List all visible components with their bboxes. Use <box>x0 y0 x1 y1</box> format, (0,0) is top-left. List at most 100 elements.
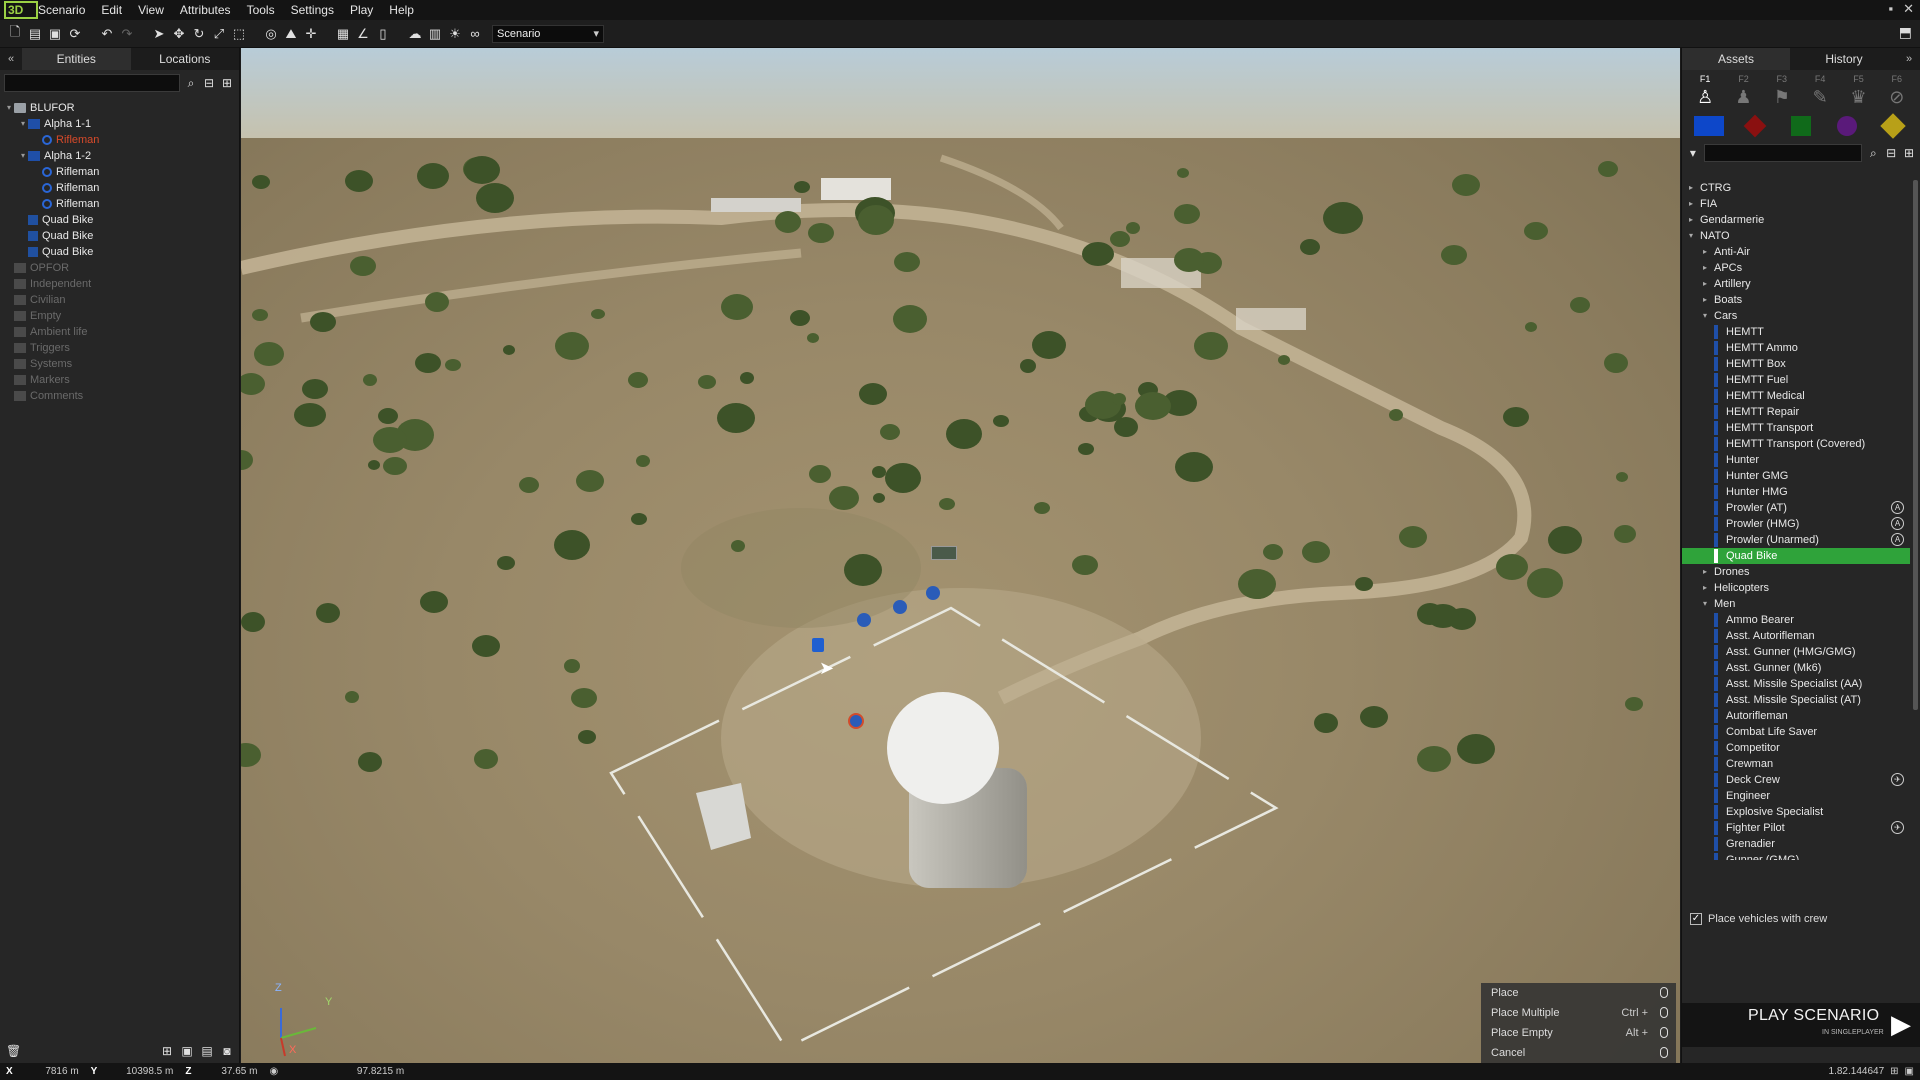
select-tool-icon[interactable]: ➤ <box>150 25 168 43</box>
expand-arrow-icon[interactable]: ▾ <box>1700 596 1710 612</box>
entity-tree-row[interactable]: Ambient life <box>0 324 239 340</box>
mode-modules[interactable]: F3 ⚑ <box>1767 74 1797 110</box>
collapse-right-icon[interactable]: » <box>1898 48 1920 70</box>
place-vehicles-checkbox[interactable]: ✓ <box>1690 913 1702 925</box>
expand-arrow-icon[interactable]: ▾ <box>1686 228 1696 244</box>
move-tool-icon[interactable]: ✥ <box>170 25 188 43</box>
asset-row[interactable]: ▾ Cars <box>1682 308 1910 324</box>
entity-tree-row[interactable]: Systems <box>0 356 239 372</box>
asset-row[interactable]: Asst. Gunner (HMG/GMG) <box>1682 644 1910 660</box>
entity-tree-row[interactable]: Quad Bike <box>0 228 239 244</box>
entity-tree-row[interactable]: Quad Bike <box>0 212 239 228</box>
assets-search-input[interactable] <box>1703 144 1863 162</box>
camera-icon[interactable]: ◙ <box>220 1044 234 1058</box>
object-marker[interactable] <box>931 546 957 560</box>
asset-row[interactable]: HEMTT Transport <box>1682 420 1910 436</box>
entity-tree-row[interactable]: OPFOR <box>0 260 239 276</box>
binoculars-icon[interactable]: ∞ <box>466 25 484 43</box>
asset-row[interactable]: Gunner (GMG) <box>1682 852 1910 860</box>
menu-tools[interactable]: Tools <box>245 3 289 17</box>
entity-tree-row[interactable]: ▾ Alpha 1-2 <box>0 148 239 164</box>
asset-row[interactable]: ▸ FIA <box>1682 196 1910 212</box>
entity-tree-row[interactable]: ▾ BLUFOR <box>0 100 239 116</box>
expand-arrow-icon[interactable]: ▸ <box>1686 196 1696 212</box>
expand-arrow-icon[interactable]: ▾ <box>4 100 14 116</box>
asset-row[interactable]: HEMTT Medical <box>1682 388 1910 404</box>
scale-tool-icon[interactable]: ⤢ <box>210 25 228 43</box>
preview-icon[interactable]: ⬒ <box>1899 24 1912 41</box>
side-independent[interactable] <box>1784 114 1818 138</box>
asset-row[interactable]: Asst. Missile Specialist (AT) <box>1682 692 1910 708</box>
tab-entities[interactable]: Entities <box>22 48 131 70</box>
asset-row[interactable]: Prowler (HMG) A <box>1682 516 1910 532</box>
add-layer-icon[interactable]: ▣ <box>180 1044 194 1058</box>
sun-icon[interactable]: ☀ <box>446 25 464 43</box>
asset-row[interactable]: ▸ Artillery <box>1682 276 1910 292</box>
grid-icon[interactable]: ▦ <box>334 25 352 43</box>
globe-icon[interactable]: ◎ <box>262 25 280 43</box>
asset-row[interactable]: Asst. Gunner (Mk6) <box>1682 660 1910 676</box>
expand-arrow-icon[interactable]: ▾ <box>18 148 28 164</box>
waypoint-marker[interactable] <box>848 713 864 729</box>
asset-row[interactable]: Explosive Specialist <box>1682 804 1910 820</box>
asset-row[interactable]: Hunter HMG <box>1682 484 1910 500</box>
asset-row[interactable]: ▸ Drones <box>1682 564 1910 580</box>
rotate-tool-icon[interactable]: ↻ <box>190 25 208 43</box>
unit-marker[interactable] <box>857 613 871 627</box>
terrain-icon[interactable]: ⛰ <box>282 25 300 43</box>
asset-row[interactable]: Hunter <box>1682 452 1910 468</box>
delete-icon[interactable]: 🗑 <box>6 1044 21 1058</box>
side-empty[interactable] <box>1876 113 1910 139</box>
asset-row[interactable]: Hunter GMG <box>1682 468 1910 484</box>
area-tool-icon[interactable]: ⬚ <box>230 25 248 43</box>
ctx-cancel[interactable]: Cancel <box>1481 1043 1676 1063</box>
menu-help[interactable]: Help <box>387 3 428 17</box>
side-civilian[interactable] <box>1830 114 1864 138</box>
entity-tree-row[interactable]: Markers <box>0 372 239 388</box>
menu-view[interactable]: View <box>136 3 178 17</box>
mode-markers[interactable]: F5 ♛ <box>1843 74 1873 110</box>
asset-row[interactable]: Prowler (AT) A <box>1682 500 1910 516</box>
side-opfor[interactable] <box>1738 114 1772 138</box>
asset-row[interactable]: HEMTT Fuel <box>1682 372 1910 388</box>
expand-arrow-icon[interactable]: ▾ <box>1700 308 1710 324</box>
asset-row[interactable]: Ammo Bearer <box>1682 612 1910 628</box>
restore-icon[interactable]: ▪ <box>1888 1 1893 17</box>
asset-row[interactable]: Asst. Missile Specialist (AA) <box>1682 676 1910 692</box>
unit-marker[interactable] <box>926 586 940 600</box>
entity-tree-row[interactable]: Rifleman <box>0 196 239 212</box>
expand-arrow-icon[interactable]: ▸ <box>1700 292 1710 308</box>
scenario-select[interactable]: Scenario <box>492 24 604 43</box>
asset-row[interactable]: ▸ CTRG <box>1682 180 1910 196</box>
asset-row[interactable]: Fighter Pilot ✈ <box>1682 820 1910 836</box>
asset-row[interactable]: Asst. Autorifleman <box>1682 628 1910 644</box>
collapse-left-icon[interactable]: « <box>0 48 22 70</box>
play-scenario-button[interactable]: PLAY SCENARIO IN SINGLEPLAYER ▶ <box>1682 1003 1920 1047</box>
asset-row[interactable]: Quad Bike <box>1682 548 1910 564</box>
expand-arrow-icon[interactable]: ▸ <box>1700 276 1710 292</box>
search-icon[interactable]: ⌕ <box>1866 146 1880 161</box>
asset-row[interactable]: HEMTT Transport (Covered) <box>1682 436 1910 452</box>
menu-edit[interactable]: Edit <box>99 3 136 17</box>
expand-arrow-icon[interactable]: ▸ <box>1700 564 1710 580</box>
asset-row[interactable]: ▸ Gendarmerie <box>1682 212 1910 228</box>
asset-row[interactable]: Competitor <box>1682 740 1910 756</box>
expand-all-icon[interactable]: ⊞ <box>220 76 234 90</box>
asset-row[interactable]: Combat Life Saver <box>1682 724 1910 740</box>
map-viewport[interactable]: ➤ Z Y X <box>241 48 1680 1063</box>
asset-row[interactable]: ▸ APCs <box>1682 260 1910 276</box>
mode-groups[interactable]: F2 ♟ <box>1728 74 1758 110</box>
undo-icon[interactable]: ↶ <box>98 25 116 43</box>
side-blufor[interactable] <box>1692 114 1726 138</box>
asset-row[interactable]: ▸ Helicopters <box>1682 580 1910 596</box>
asset-row[interactable]: Crewman <box>1682 756 1910 772</box>
asset-row[interactable]: HEMTT Ammo <box>1682 340 1910 356</box>
angle-icon[interactable]: ∠ <box>354 25 372 43</box>
save-icon[interactable]: ▣ <box>46 25 64 43</box>
mode-waypoints[interactable]: F4 ✎ <box>1805 74 1835 110</box>
entity-tree-row[interactable]: ▾ Alpha 1-1 <box>0 116 239 132</box>
expand-arrow-icon[interactable]: ▸ <box>1700 580 1710 596</box>
entities-search-input[interactable] <box>4 74 180 92</box>
asset-row[interactable]: ▸ Anti-Air <box>1682 244 1910 260</box>
entity-tree-row[interactable]: Independent <box>0 276 239 292</box>
